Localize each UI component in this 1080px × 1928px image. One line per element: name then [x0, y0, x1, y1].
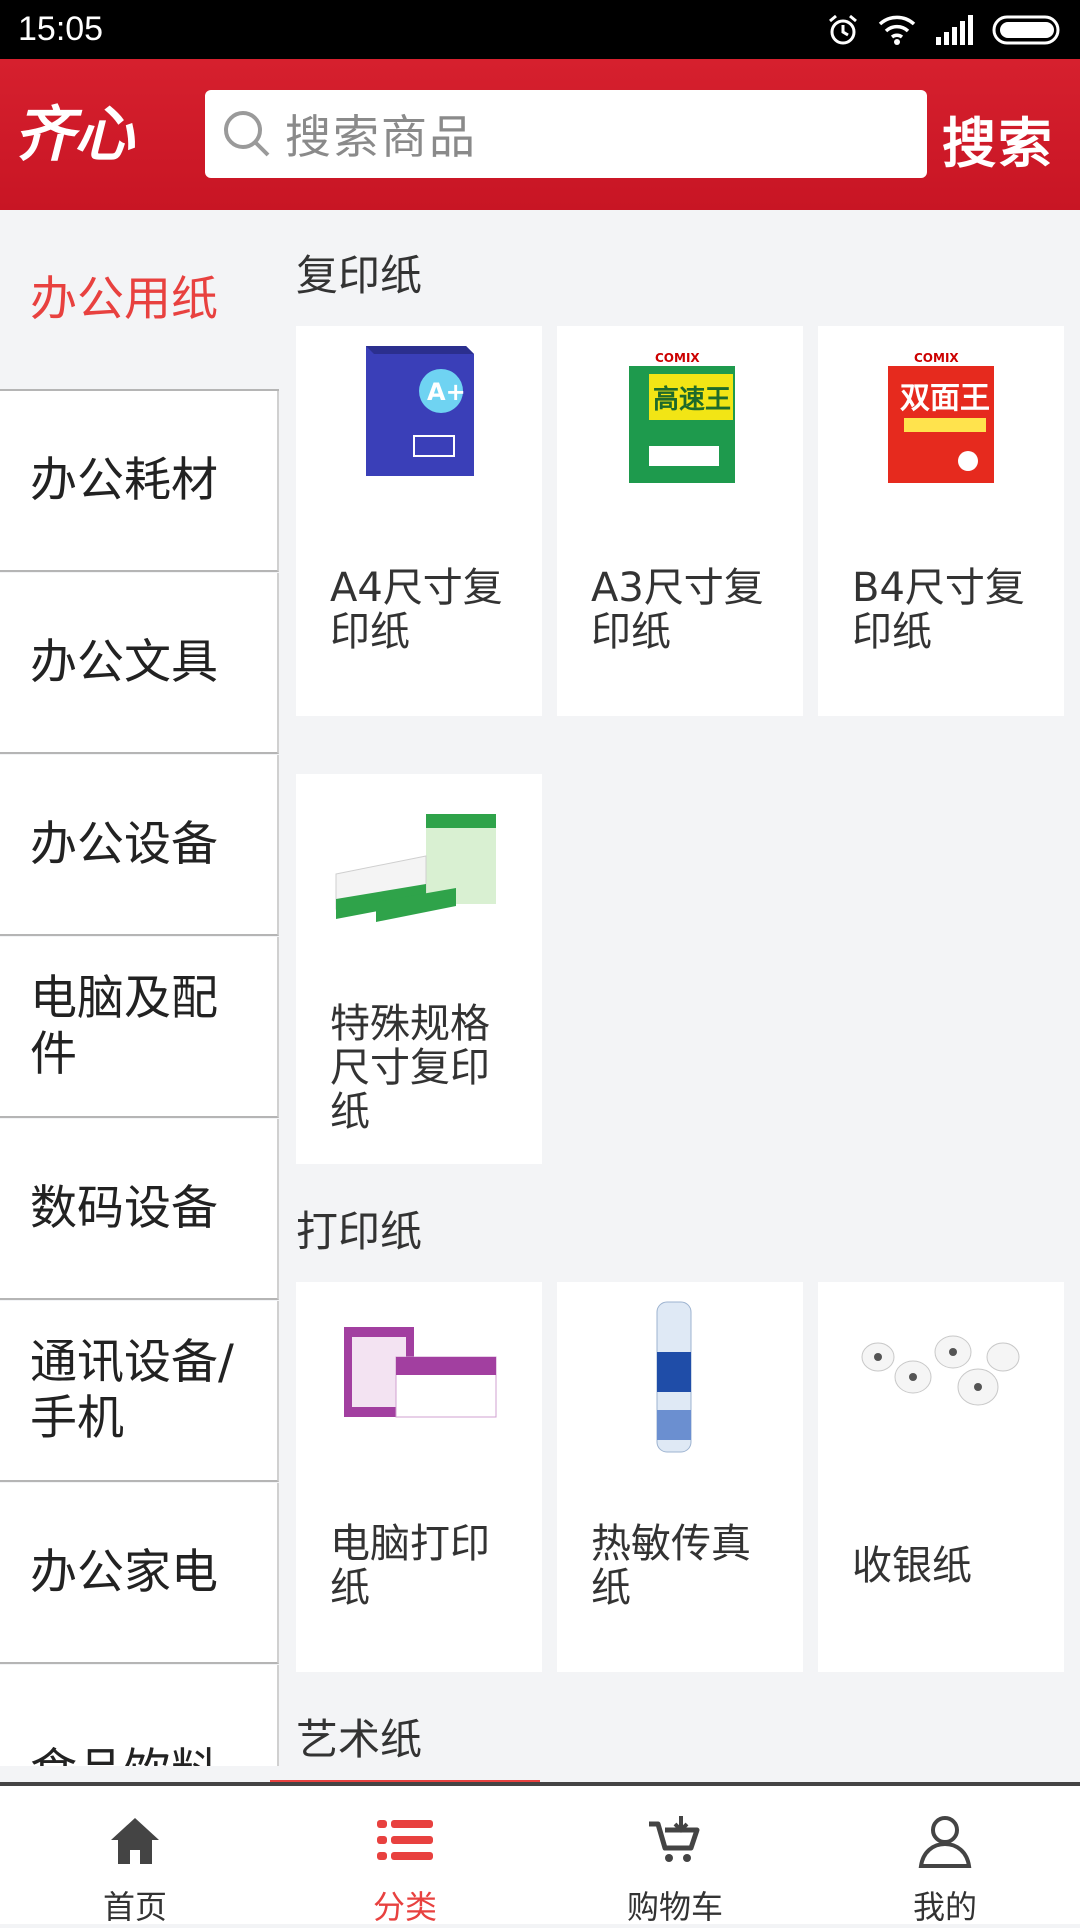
product-label: 特殊规格尺寸复印纸 [330, 1001, 490, 1135]
sidebar-item-label: 办公耗材 [30, 452, 218, 508]
battery-icon [992, 15, 1060, 45]
search-icon [224, 111, 270, 157]
product-card-b4[interactable]: COMIX 双面王 B4尺寸复印纸 [818, 326, 1064, 716]
product-label: 收银纸 [852, 1543, 972, 1589]
product-label: 电脑打印纸 [330, 1521, 490, 1611]
product-label: B4尺寸复印纸 [852, 565, 1025, 655]
tab-cart[interactable]: 购物车 [540, 1786, 810, 1926]
svg-text:A+: A+ [427, 378, 466, 406]
alarm-icon [829, 14, 857, 45]
svg-text:COMIX: COMIX [655, 351, 700, 365]
product-card-thermal-fax-paper[interactable]: 热敏传真纸 [557, 1282, 803, 1672]
a4-paper-image: A+ [366, 346, 474, 476]
product-card-computer-print-paper[interactable]: 电脑打印纸 [296, 1282, 542, 1672]
sidebar-item-label: 办公设备 [30, 816, 218, 872]
a3-paper-image: COMIX 高速王 [629, 348, 735, 483]
sidebar-item-computers[interactable]: 电脑及配件 [0, 937, 279, 1118]
tab-label: 首页 [102, 1888, 167, 1926]
sidebar-item-label: 办公家电 [30, 1544, 218, 1600]
sidebar-item-appliances[interactable]: 办公家电 [0, 1483, 279, 1664]
tab-label: 分类 [372, 1888, 437, 1926]
svg-text:COMIX: COMIX [914, 351, 959, 365]
cash-register-paper-image [861, 1335, 1020, 1406]
svg-text:高速王: 高速王 [653, 384, 731, 415]
section-title-copy-paper: 复印纸 [296, 251, 423, 300]
section-title-print-paper: 打印纸 [296, 1207, 423, 1256]
svg-text:双面王: 双面王 [900, 381, 990, 416]
sidebar-item-office-consumables[interactable]: 办公耗材 [0, 391, 279, 572]
product-label: A4尺寸复印纸 [330, 565, 503, 655]
thermal-fax-paper-image [656, 1301, 692, 1453]
tab-home[interactable]: 首页 [0, 1786, 270, 1926]
sidebar-item-office-equipment[interactable]: 办公设备 [0, 755, 279, 936]
sidebar-item-label: 办公文具 [30, 634, 218, 690]
product-label: A3尺寸复印纸 [591, 565, 764, 655]
computer-print-paper-image [344, 1327, 497, 1418]
special-size-paper-image [335, 814, 496, 922]
sidebar-item-phones[interactable]: 通讯设备/手机 [0, 1301, 279, 1482]
tab-label: 我的 [912, 1888, 977, 1926]
sidebar-item-label: 办公用纸 [30, 271, 218, 327]
signal-icon [936, 15, 973, 45]
qixin-logo[interactable]: 齐心 [14, 97, 174, 169]
category-sidebar: 办公用纸 办公耗材 办公文具 办公设备 电脑及配件 数码设备 通讯设备/手机 办… [0, 210, 280, 1766]
category-list-icon [377, 1820, 433, 1860]
sidebar-item-food[interactable]: 食品饮料 [0, 1665, 279, 1766]
sidebar-item-stationery[interactable]: 办公文具 [0, 573, 279, 754]
home-icon [111, 1818, 159, 1864]
tab-label: 购物车 [626, 1888, 723, 1926]
header: 齐心 搜索商品 搜索 [0, 59, 1080, 210]
sidebar-item-label: 食品饮料 [30, 1744, 257, 1766]
section-title-art-paper: 艺术纸 [296, 1715, 423, 1764]
svg-text:齐心: 齐心 [14, 100, 136, 169]
status-time: 15:05 [18, 10, 104, 48]
search-button[interactable]: 搜索 [942, 99, 1054, 178]
sidebar-item-digital[interactable]: 数码设备 [0, 1119, 279, 1300]
sidebar-item-label: 数码设备 [30, 1180, 218, 1236]
status-bar: 15:05 [0, 0, 1080, 59]
search-input[interactable]: 搜索商品 [205, 90, 927, 178]
cart-icon [649, 1816, 700, 1862]
product-card-a3[interactable]: COMIX 高速王 A3尺寸复印纸 [557, 326, 803, 716]
tab-profile[interactable]: 我的 [810, 1786, 1080, 1926]
b4-paper-image: COMIX 双面王 [888, 348, 994, 483]
product-label: 热敏传真纸 [591, 1521, 751, 1611]
product-card-a4[interactable]: A+ A4尺寸复印纸 [296, 326, 542, 716]
category-content: 复印纸 A+ A4尺寸复印纸 COMIX 高速王 A3尺寸复印纸 COMIX 双… [280, 210, 1070, 1766]
product-card-special-size[interactable]: 特殊规格尺寸复印纸 [296, 774, 542, 1164]
status-icons [826, 12, 1064, 48]
user-icon [918, 1816, 972, 1868]
wifi-icon [878, 15, 916, 45]
sidebar-item-office-paper[interactable]: 办公用纸 [0, 210, 279, 391]
bottom-tab-bar: 首页 分类 购物车 我的 [0, 1782, 1080, 1926]
search-placeholder: 搜索商品 [285, 110, 477, 164]
sidebar-item-label: 通讯设备/手机 [30, 1334, 234, 1446]
tab-category[interactable]: 分类 [270, 1786, 540, 1926]
sidebar-item-label: 电脑及配件 [30, 970, 218, 1082]
product-card-cash-register-paper[interactable]: 收银纸 [818, 1282, 1064, 1672]
